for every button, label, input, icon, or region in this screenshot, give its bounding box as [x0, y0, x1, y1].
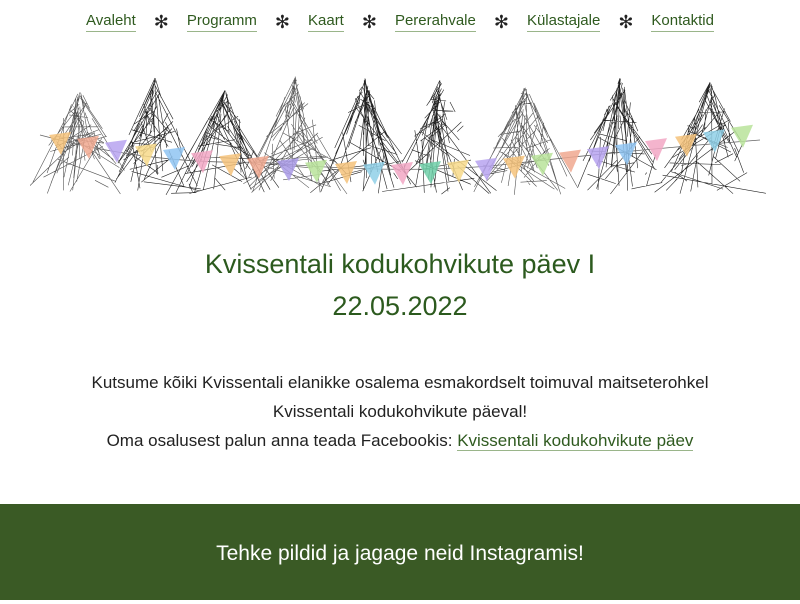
tree-drawing	[114, 77, 201, 192]
pennant-flag	[731, 124, 753, 148]
title-line-1: Kvissentali kodukohvikute päev I	[204, 249, 596, 279]
nav-item-kaart[interactable]: Kaart	[308, 12, 344, 32]
main-nav: Avaleht ✻ Programm ✻ Kaart ✻ Pererahvale…	[0, 12, 800, 32]
title-date: 22.05.2022	[332, 291, 468, 321]
intro-text: Kutsume kõiki Kvissentali elanikke osale…	[0, 368, 800, 455]
pennant-flag	[503, 155, 525, 179]
footer-text: Tehke pildid ja jagage neid Instagramis!	[216, 542, 584, 565]
pennant-flag	[419, 161, 441, 185]
pennant-flag	[305, 159, 327, 183]
pennant-flag	[77, 135, 99, 159]
asterisk-separator-icon: ✻	[274, 12, 290, 32]
pennant-flag	[703, 129, 725, 153]
page-title: Kvissentali kodukohvikute päev I 22.05.2…	[0, 243, 800, 327]
asterisk-separator-icon: ✻	[153, 12, 169, 32]
asterisk-separator-icon: ✻	[493, 12, 509, 32]
trees-garland-illustration	[30, 76, 766, 196]
nav-item-programm[interactable]: Programm	[186, 12, 257, 32]
pennant-flag	[49, 132, 71, 155]
tree-drawing	[577, 78, 663, 195]
pennant-flag	[105, 139, 127, 163]
footer-banner: Tehke pildid ja jagage neid Instagramis!	[0, 504, 800, 600]
facebook-prefix: Oma osalusest palun anna teada Facebooki…	[106, 431, 453, 450]
intro-line-1: Kutsume kõiki Kvissentali elanikke osale…	[91, 373, 709, 392]
pennant-flag	[475, 157, 497, 181]
facebook-link[interactable]: Kvissentali kodukohvikute päev	[457, 431, 694, 451]
nav-item-pererahvale[interactable]: Pererahvale	[394, 12, 476, 32]
tree-drawing	[473, 87, 578, 195]
pennant-flag	[247, 155, 269, 179]
tree-drawing	[165, 90, 280, 196]
nav-item-avaleht[interactable]: Avaleht	[86, 12, 136, 32]
nav-item-kulastajale[interactable]: Külastajale	[526, 12, 601, 32]
pennant-flag	[335, 160, 357, 184]
intro-line-2: Kvissentali kodukohvikute päeval!	[272, 402, 528, 421]
pennant-flag	[219, 153, 241, 177]
asterisk-separator-icon: ✻	[618, 12, 634, 32]
pennant-flag	[559, 149, 581, 173]
pennant-flag	[615, 142, 637, 166]
nav-item-kontaktid[interactable]: Kontaktid	[651, 12, 714, 32]
asterisk-separator-icon: ✻	[361, 12, 377, 32]
